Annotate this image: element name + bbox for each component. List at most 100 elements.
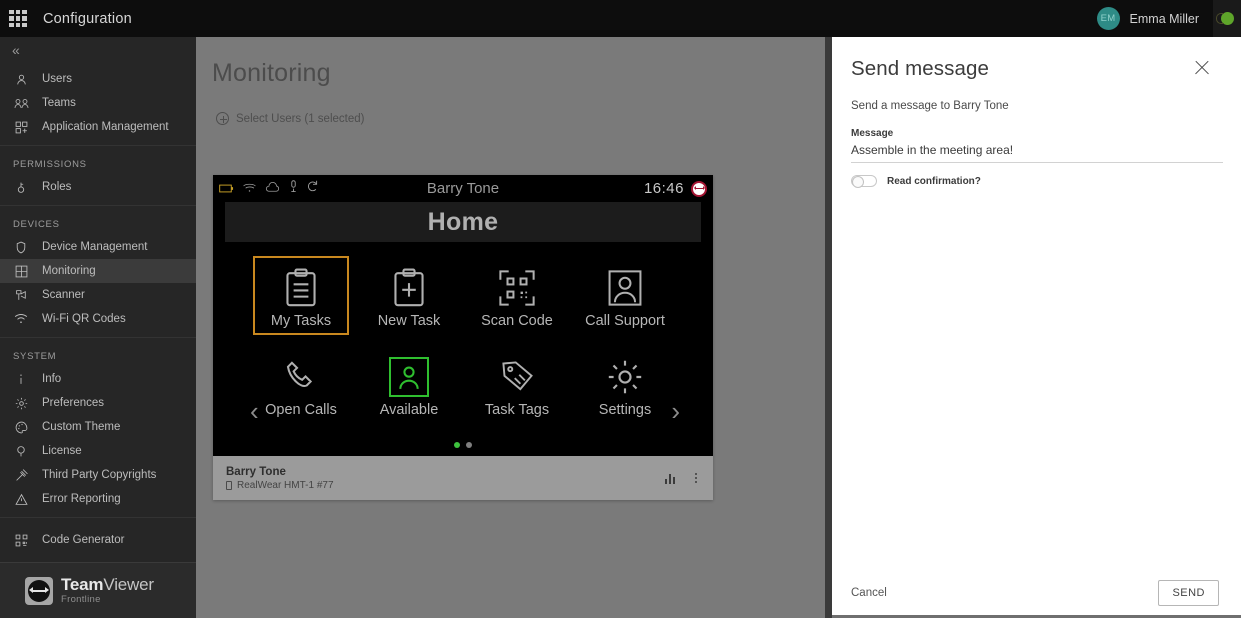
sidebar-item-code-generator[interactable]: Code Generator <box>0 528 196 552</box>
page-dot-active[interactable] <box>454 442 460 448</box>
key-icon <box>13 179 29 195</box>
main-scrollbar[interactable] <box>825 37 832 618</box>
sidebar-item-label: Code Generator <box>42 534 125 546</box>
device-app-label: Available <box>379 402 439 418</box>
message-input[interactable] <box>851 139 1223 163</box>
sidebar-group-general: Users Teams Application Management <box>0 63 196 146</box>
sidebar-collapse-button[interactable]: « <box>0 37 196 63</box>
avatar[interactable]: EM <box>1096 7 1120 30</box>
device-app-row: My Tasks New Task Scan Code Call Support <box>253 256 673 335</box>
qr-code-icon <box>13 532 29 548</box>
device-app-available[interactable]: Available <box>361 345 457 424</box>
device-app-my-tasks[interactable]: My Tasks <box>253 256 349 335</box>
sidebar-item-label: Info <box>42 373 62 385</box>
sidebar-group-system: SYSTEM Info Preferences Custom Theme Lic… <box>0 338 196 518</box>
tags-icon <box>499 353 535 400</box>
sidebar-item-license[interactable]: License <box>0 439 196 463</box>
device-app-task-tags[interactable]: Task Tags <box>469 345 565 424</box>
sidebar-item-wifi-qr-codes[interactable]: Wi-Fi QR Codes <box>0 307 196 331</box>
panel-subtitle: Send a message to Barry Tone <box>851 100 1009 112</box>
sidebar-item-error-reporting[interactable]: Error Reporting <box>0 487 196 511</box>
sidebar-item-application-management[interactable]: Application Management <box>0 115 196 139</box>
read-confirmation-toggle[interactable] <box>851 175 877 188</box>
message-field-label: Message <box>851 128 894 139</box>
person-available-icon <box>389 353 429 400</box>
sidebar: « Users Teams Application Management PER… <box>0 37 196 618</box>
brand-logo: TeamViewer Frontline <box>0 562 196 618</box>
scanner-icon <box>13 287 29 303</box>
device-screen-header-label: Home <box>427 207 499 236</box>
sidebar-group-label: DEVICES <box>13 219 60 230</box>
wifi-icon <box>13 311 29 327</box>
device-card-name: Barry Tone <box>226 465 286 478</box>
support-status-icon[interactable] <box>1213 0 1241 37</box>
cancel-button[interactable]: Cancel <box>851 587 887 599</box>
sidebar-group-tools: Code Generator <box>0 518 196 558</box>
user-name[interactable]: Emma Miller <box>1130 12 1199 26</box>
wifi-icon <box>243 180 256 198</box>
sidebar-item-info[interactable]: Info <box>0 367 196 391</box>
sidebar-item-teams[interactable]: Teams <box>0 91 196 115</box>
apps-manage-icon <box>13 119 29 135</box>
cloud-icon <box>265 180 280 198</box>
device-card-footer: Barry Tone RealWear HMT-1 #77 <box>213 456 713 500</box>
device-clock: 16:46 <box>643 180 684 197</box>
device-app-label: Open Calls <box>265 402 337 418</box>
sidebar-item-custom-theme[interactable]: Custom Theme <box>0 415 196 439</box>
device-app-open-calls[interactable]: Open Calls <box>253 345 349 424</box>
grid-apps-icon[interactable] <box>9 9 27 28</box>
clipboard-list-icon <box>285 264 317 311</box>
palette-icon <box>13 419 29 435</box>
teams-icon <box>13 95 29 111</box>
battery-icon <box>219 180 234 198</box>
sidebar-item-third-party-copyrights[interactable]: Third Party Copyrights <box>0 463 196 487</box>
license-icon <box>13 443 29 459</box>
brand-name-bold: Team <box>61 575 104 595</box>
chevron-right-icon[interactable]: › <box>671 398 680 424</box>
sidebar-item-device-management[interactable]: Device Management <box>0 235 196 259</box>
device-app-label: Settings <box>598 402 652 418</box>
device-screen-preview[interactable]: Barry Tone 16:46 Home ‹ › My Tasks New T… <box>213 175 713 456</box>
sidebar-item-label: Third Party Copyrights <box>42 469 157 481</box>
page-title: Monitoring <box>212 59 331 87</box>
device-card[interactable]: Barry Tone 16:46 Home ‹ › My Tasks New T… <box>213 175 713 500</box>
phone-icon <box>284 353 318 400</box>
sidebar-item-label: Teams <box>42 97 76 109</box>
sidebar-item-label: Roles <box>42 181 72 193</box>
device-card-model: RealWear HMT-1 #77 <box>237 479 334 491</box>
device-app-label: New Task <box>377 313 441 329</box>
device-app-call-support[interactable]: Call Support <box>577 256 673 335</box>
brand-name-light: Viewer <box>103 575 154 595</box>
page-dot[interactable] <box>466 442 472 448</box>
device-app-scan-code[interactable]: Scan Code <box>469 256 565 335</box>
sidebar-item-scanner[interactable]: Scanner <box>0 283 196 307</box>
chevron-left-icon[interactable]: ‹ <box>250 398 259 424</box>
device-app-label: Task Tags <box>484 402 550 418</box>
gear-icon <box>13 395 29 411</box>
teamviewer-logo-icon <box>25 576 53 605</box>
device-app-settings[interactable]: Settings <box>577 345 673 424</box>
close-icon[interactable] <box>1191 57 1213 79</box>
kebab-menu-icon[interactable] <box>691 471 701 485</box>
top-bar-right: EM Emma Miller <box>1096 0 1241 37</box>
device-app-label: Call Support <box>585 313 665 329</box>
sidebar-item-label: Wi-Fi QR Codes <box>42 313 126 325</box>
sidebar-item-users[interactable]: Users <box>0 67 196 91</box>
send-button[interactable]: SEND <box>1158 579 1219 606</box>
sidebar-item-monitoring[interactable]: Monitoring <box>0 259 196 283</box>
device-app-new-task[interactable]: New Task <box>361 256 457 335</box>
sidebar-item-label: Scanner <box>42 289 85 301</box>
panel-title: Send message <box>851 57 989 80</box>
send-message-panel: Send message Send a message to Barry Ton… <box>832 37 1241 618</box>
sidebar-item-label: Device Management <box>42 241 148 253</box>
clipboard-plus-icon <box>393 264 425 311</box>
microphone-icon <box>289 179 298 198</box>
select-users-label: Select Users (1 selected) <box>236 112 365 125</box>
sidebar-item-roles[interactable]: Roles <box>0 175 196 199</box>
sidebar-item-label: Custom Theme <box>42 421 121 433</box>
warning-triangle-icon <box>13 491 29 507</box>
device-app-grid: ‹ › My Tasks New Task Scan Code Call Sup… <box>213 242 713 424</box>
sidebar-item-preferences[interactable]: Preferences <box>0 391 196 415</box>
select-users-button[interactable]: Select Users (1 selected) <box>196 88 825 125</box>
bar-chart-icon[interactable] <box>664 473 675 484</box>
